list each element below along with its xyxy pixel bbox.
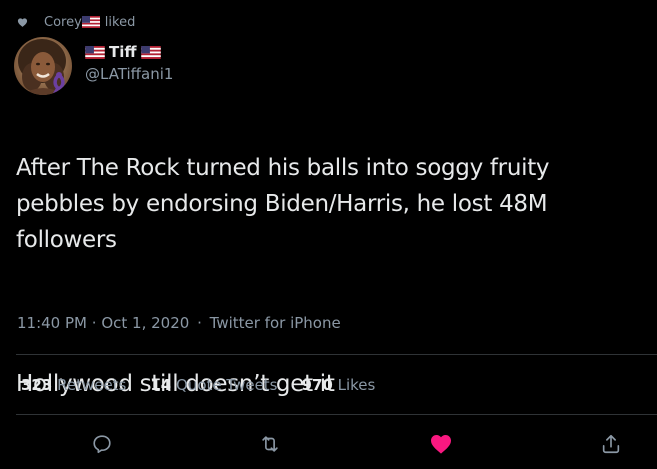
retweets-stat[interactable]: 323 Retweets [21,376,126,394]
divider [16,354,657,355]
retweets-count: 323 [21,376,53,394]
reply-icon [93,435,111,454]
divider [16,414,657,415]
tweet-meta: 11:40 PM · Oct 1, 2020 · Twitter for iPh… [17,314,341,332]
like-heart-icon [431,435,451,454]
retweet-icon [262,436,278,452]
social-context-action: liked [104,14,136,30]
tweet-stats: 323 Retweets 14 Quote Tweets 970 Likes [21,376,399,394]
display-name-row[interactable]: Tiff [85,40,173,64]
quote-tweets-label: Quote Tweets [176,376,278,394]
likes-stat[interactable]: 970 Likes [302,376,376,394]
avatar[interactable] [14,37,72,95]
social-context-user[interactable]: Corey [44,15,82,30]
us-flag-icon [140,45,161,59]
author-block: Tiff @LATiffani1 [85,40,173,83]
social-context: Corey liked [17,12,135,32]
tweet-source[interactable]: Twitter for iPhone [210,314,341,332]
tweet-actions [0,430,657,458]
meta-separator: · [197,314,202,332]
likes-count: 970 [301,376,333,394]
heart-small-icon [17,17,28,27]
retweet-button[interactable] [256,430,284,458]
reply-button[interactable] [88,430,116,458]
meta-separator: · [91,314,97,332]
quote-tweets-stat[interactable]: 14 Quote Tweets [150,376,277,394]
quote-tweets-count: 14 [150,376,172,394]
share-button[interactable] [597,430,625,458]
tweet-time[interactable]: 11:40 PM [17,314,87,332]
likes-label: Likes [337,376,376,394]
us-flag-icon [81,16,100,28]
tweet-detail-view: Corey liked Tiff @LATiffani1 After The R… [0,0,657,469]
display-name[interactable]: Tiff [109,43,137,61]
user-handle[interactable]: @LATiffani1 [85,65,173,83]
share-icon [602,434,620,454]
us-flag-icon [85,45,105,59]
tweet-date[interactable]: Oct 1, 2020 [101,314,189,332]
like-button[interactable] [427,430,455,458]
tweet-paragraph: After The Rock turned his balls into sog… [16,155,550,253]
profile-photo-avatar [14,37,72,95]
retweets-label: Retweets [57,376,127,394]
